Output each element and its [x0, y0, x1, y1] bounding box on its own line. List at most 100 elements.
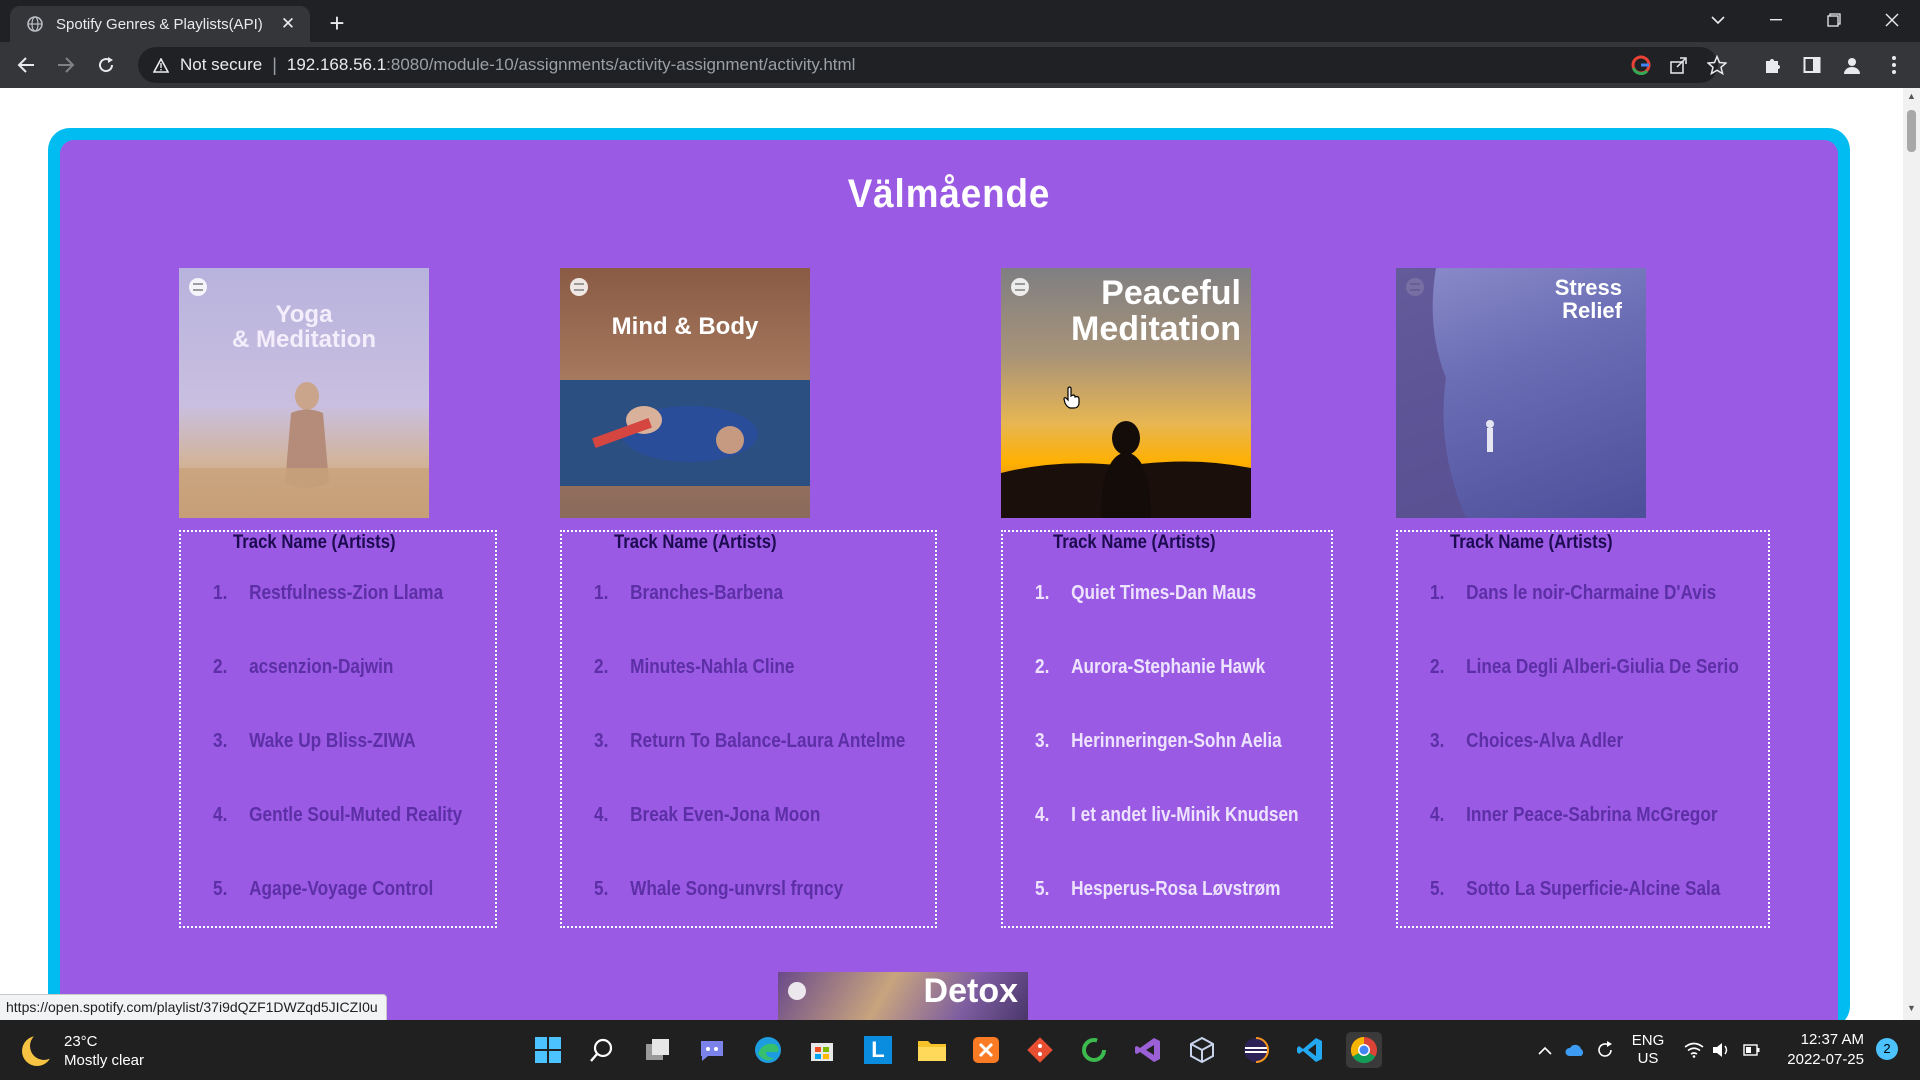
track-list: 1. Quiet Times-Dan Maus 2. Aurora-Stephani…	[1035, 582, 1341, 952]
track-name: Herinneringen-Sohn Aelia	[1071, 730, 1282, 752]
browser-tab-strip: Spotify Genres & Playlists(API) ✕ +	[0, 0, 1920, 42]
track-item: 4. I et andet liv-Minik Knudsen	[1035, 804, 1299, 878]
track-item: 1. Quiet Times-Dan Maus	[1035, 582, 1299, 656]
track-name: Sotto La Superficie-Alcine Sala	[1466, 878, 1721, 900]
forward-arrow-icon[interactable]	[50, 49, 82, 81]
track-name: Linea Degli Alberi-Giulia De Serio	[1466, 656, 1739, 678]
language-code: ENG	[1631, 1032, 1665, 1049]
chrome-icon[interactable]	[1346, 1032, 1382, 1068]
spotify-icon	[788, 982, 806, 1000]
track-item: 1. Restfulness-Zion Llama	[213, 582, 462, 656]
back-arrow-icon[interactable]	[10, 49, 42, 81]
track-name: Inner Peace-Sabrina McGregor	[1466, 804, 1718, 826]
hand-cursor-icon	[1063, 386, 1080, 409]
link-status-bubble: https://open.spotify.com/playlist/37i9dQ…	[0, 994, 387, 1022]
task-view-icon[interactable]	[640, 1032, 676, 1068]
teams-chat-icon[interactable]	[694, 1032, 730, 1068]
playlist-cover-peaceful-meditation[interactable]: Peaceful Meditation	[1001, 268, 1251, 518]
track-name: Return To Balance-Laura Antelme	[630, 730, 906, 752]
track-item: 3. Choices-Alva Adler	[1430, 730, 1739, 804]
track-list-box: Track Name (Artists) 1. Dans le noir-Char…	[1396, 530, 1770, 928]
browser-tab[interactable]: Spotify Genres & Playlists(API) ✕	[10, 6, 310, 42]
track-item: 1. Branches-Barbena	[594, 582, 905, 656]
playlist-cover-mind-body[interactable]: Mind & Body	[560, 268, 810, 518]
reload-icon[interactable]	[90, 49, 122, 81]
virtualbox-icon[interactable]	[1184, 1032, 1220, 1068]
globe-icon	[26, 15, 44, 33]
track-item: 3. Herinneringen-Sohn Aelia	[1035, 730, 1299, 804]
track-item: 1. Dans le noir-Charmaine D'Avis	[1430, 582, 1739, 656]
close-window-button[interactable]	[1864, 0, 1920, 40]
track-name: Minutes-Nahla Cline	[630, 656, 795, 678]
url-path: :8080/module-10/assignments/activity-ass…	[386, 55, 856, 74]
microsoft-store-icon[interactable]	[804, 1032, 840, 1068]
l-app-icon[interactable]: L	[860, 1032, 896, 1068]
track-list-header: Track Name (Artists)	[614, 532, 777, 553]
search-icon[interactable]	[584, 1032, 620, 1068]
cover-title: Detox	[923, 972, 1018, 1010]
cover-title: Peaceful Meditation	[1071, 274, 1241, 348]
edge-browser-icon[interactable]	[750, 1032, 786, 1068]
language-indicator[interactable]: ENG US	[1626, 1020, 1670, 1080]
extensions-puzzle-icon[interactable]	[1758, 51, 1786, 79]
minimize-button[interactable]	[1748, 0, 1804, 40]
xampp-icon[interactable]	[968, 1032, 1004, 1068]
track-item: 5. Agape-Voyage Control	[213, 878, 462, 952]
side-panel-icon[interactable]	[1798, 51, 1826, 79]
scroll-down-arrow-icon[interactable]: ▼	[1907, 1004, 1916, 1013]
track-name: Whale Song-unvrsl frqncy	[630, 878, 844, 900]
wifi-icon[interactable]	[1682, 1020, 1706, 1080]
tab-title: Spotify Genres & Playlists(API)	[56, 15, 263, 33]
visual-studio-icon[interactable]	[1130, 1032, 1166, 1068]
restore-button[interactable]	[1806, 0, 1862, 40]
address-bar[interactable]: Not secure | 192.168.56.1 :8080/module-1…	[138, 47, 1727, 83]
weather-widget[interactable]: 23°C Mostly clear	[22, 1032, 144, 1070]
track-name: acsenzion-Dajwin	[249, 656, 394, 678]
track-item: 5. Sotto La Superficie-Alcine Sala	[1430, 878, 1739, 952]
sync-icon[interactable]	[1592, 1020, 1618, 1080]
menu-kebab-icon[interactable]	[1880, 51, 1908, 79]
track-name: Quiet Times-Dan Maus	[1071, 582, 1257, 604]
not-secure-label[interactable]: Not secure	[180, 55, 262, 75]
new-tab-button[interactable]: +	[322, 8, 352, 38]
track-list-box: Track Name (Artists) 1. Branches-Barbena …	[560, 530, 937, 928]
show-hidden-icons-chevron-icon[interactable]	[1534, 1020, 1556, 1080]
track-list: 1. Restfulness-Zion Llama 2. acsenzion-Daj…	[213, 582, 503, 952]
track-item: 2. Aurora-Stephanie Hawk	[1035, 656, 1299, 730]
track-name: Hesperus-Rosa Løvstrøm	[1071, 878, 1281, 900]
track-name: Dans le noir-Charmaine D'Avis	[1466, 582, 1717, 604]
page-viewport: Välmående Yoga& Meditation Mind & Body	[0, 88, 1903, 1020]
eclipse-icon[interactable]	[1238, 1032, 1274, 1068]
track-name: Agape-Voyage Control	[249, 878, 434, 900]
google-lens-icon[interactable]	[1630, 54, 1652, 76]
scroll-up-arrow-icon[interactable]: ▲	[1907, 92, 1916, 101]
volume-icon[interactable]	[1710, 1020, 1734, 1080]
moon-weather-icon	[22, 1032, 58, 1066]
bookmark-star-icon[interactable]	[1706, 54, 1728, 76]
playlist-cover-stress-relief[interactable]: Stress Relief	[1396, 268, 1646, 518]
playlist-cover-yoga-meditation[interactable]: Yoga & Meditation	[179, 268, 429, 518]
notification-badge[interactable]: 2	[1876, 1038, 1898, 1060]
track-list-header: Track Name (Artists)	[1450, 532, 1613, 553]
vertical-scrollbar[interactable]: ▲ ▼	[1903, 88, 1920, 1020]
playlist-section: Välmående Yoga& Meditation Mind & Body	[60, 140, 1838, 1020]
url-host: 192.168.56.1	[286, 55, 387, 74]
profile-icon[interactable]	[1838, 51, 1866, 79]
tab-search-chevron-icon[interactable]	[1690, 0, 1746, 40]
scrollbar-thumb[interactable]	[1907, 110, 1916, 152]
system-clock[interactable]: 12:37 AM 2022-07-25	[1776, 1030, 1864, 1070]
start-windows-icon[interactable]	[530, 1032, 566, 1068]
battery-icon[interactable]	[1740, 1020, 1764, 1080]
address-separator: |	[272, 54, 277, 75]
onedrive-cloud-icon[interactable]	[1562, 1020, 1588, 1080]
track-name: Choices-Alva Adler	[1466, 730, 1624, 752]
playlist-cover-detox[interactable]: Detox	[778, 972, 1028, 1020]
share-icon[interactable]	[1668, 54, 1690, 76]
refresh-app-icon[interactable]	[1076, 1032, 1112, 1068]
track-item: 4. Break Even-Jona Moon	[594, 804, 905, 878]
genre-heading: Välmående	[847, 172, 1051, 216]
tab-close-icon[interactable]: ✕	[276, 12, 300, 36]
git-icon[interactable]	[1022, 1032, 1058, 1068]
file-explorer-icon[interactable]	[914, 1032, 950, 1068]
vscode-icon[interactable]	[1292, 1032, 1328, 1068]
